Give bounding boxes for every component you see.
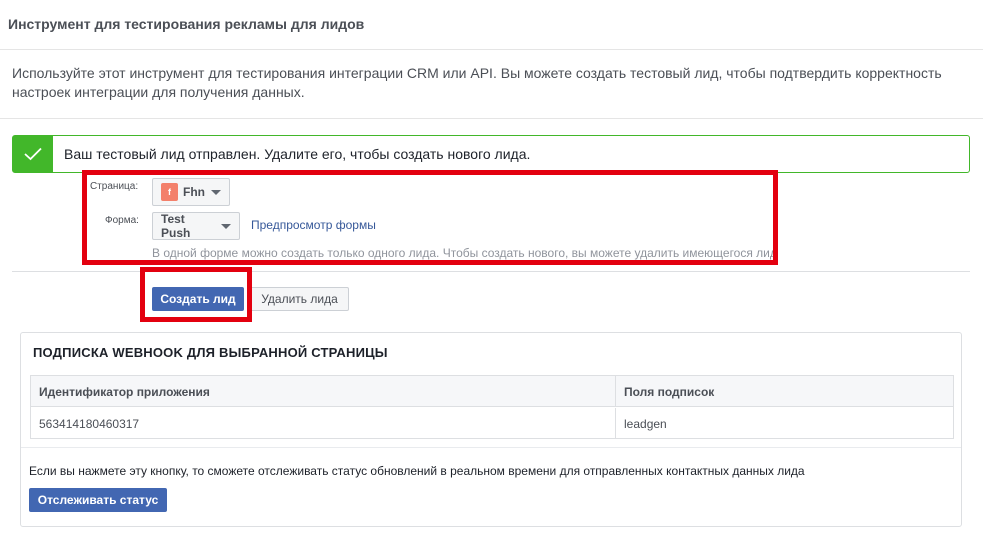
column-header: Поля подписок [624,384,715,399]
delete-lead-button[interactable]: Удалить лида [250,287,349,311]
column-header: Идентификатор приложения [31,376,616,407]
divider [21,447,961,448]
webhook-card: ПОДПИСКА WEBHOOK ДЛЯ ВЫБРАННОЙ СТРАНИЦЫ … [20,332,962,527]
check-icon [13,136,53,172]
subscription-fields-cell: leadgen [624,416,667,431]
success-message: Ваш тестовый лид отправлен. Удалите его,… [64,146,531,162]
webhook-table: Идентификатор приложения Поля подписок 5… [30,375,954,439]
highlight-box [82,170,778,265]
lead-ads-testing-tool: Инструмент для тестирования рекламы для … [0,0,983,550]
table-header-row: Идентификатор приложения Поля подписок [31,376,953,407]
divider [0,118,983,119]
page-title: Инструмент для тестирования рекламы для … [8,16,365,32]
track-status-button[interactable]: Отслеживать статус [29,488,167,512]
app-id-cell: 563414180460317 [31,408,616,439]
webhook-title: ПОДПИСКА WEBHOOK ДЛЯ ВЫБРАННОЙ СТРАНИЦЫ [33,345,388,360]
table-row: 563414180460317 leadgen [31,408,953,439]
highlight-box [140,267,252,322]
track-note: Если вы нажмете эту кнопку, то сможете о… [29,464,805,478]
intro-text: Используйте этот инструмент для тестиров… [12,65,942,100]
success-banner: Ваш тестовый лид отправлен. Удалите его,… [12,135,970,173]
panel-header: Инструмент для тестирования рекламы для … [0,0,983,50]
